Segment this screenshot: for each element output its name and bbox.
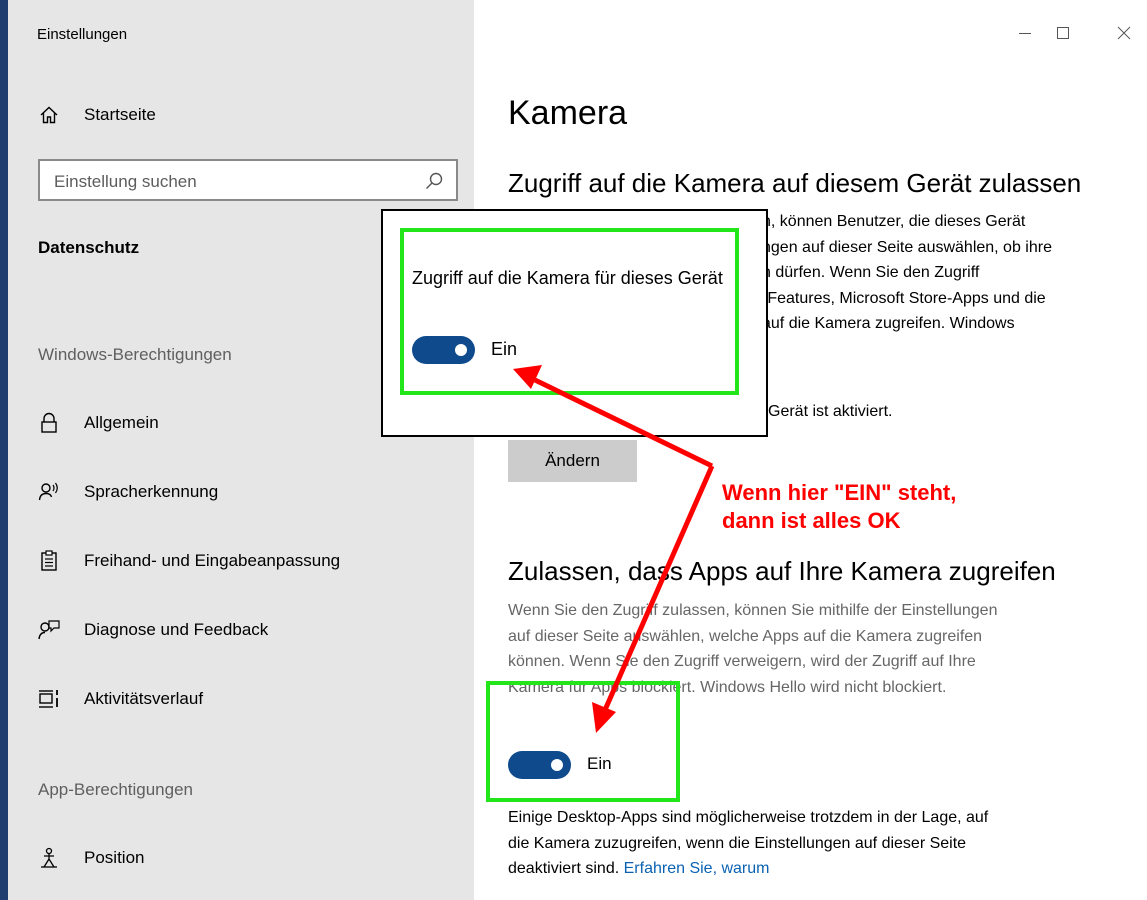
device-access-status: Gerät ist aktiviert. — [768, 403, 893, 420]
sidebar-item-position[interactable]: Position — [38, 843, 144, 873]
description-line: auf die Kamera zugreifen. Windows — [762, 315, 1015, 332]
description-line: ngen auf dieser Seite auswählen, ob ihre — [762, 238, 1052, 256]
sidebar-item-allgemein[interactable]: Allgemein — [38, 408, 159, 438]
category-title: Datenschutz — [38, 238, 140, 257]
section-heading-device-access: Zugriff auf die Kamera auf diesem Gerät … — [508, 168, 1082, 198]
maximize-icon[interactable] — [1052, 22, 1074, 44]
app-access-toggle-state: Ein — [587, 754, 612, 773]
annotation-line: dann ist alles OK — [722, 508, 901, 533]
clipboard-icon — [38, 550, 60, 572]
note-line-last: deaktiviert sind. Erfahren Sie, warum — [508, 856, 988, 882]
app-access-toggle[interactable] — [508, 751, 571, 779]
page-title: Kamera — [508, 94, 628, 132]
toggle-knob — [455, 344, 467, 356]
change-button[interactable]: Ändern — [508, 440, 637, 482]
sidebar-item-spracherkennung[interactable]: Spracherkennung — [38, 477, 218, 507]
sidebar-item-aktivitaetsverlauf[interactable]: Aktivitätsverlauf — [38, 684, 203, 714]
description-line: n, können Benutzer, die dieses Gerät — [762, 213, 1026, 230]
desktop-apps-note: Einige Desktop-Apps sind möglicherweise … — [508, 805, 988, 882]
window-left-accent — [0, 0, 8, 900]
section-label-apps: App-Berechtigungen — [38, 780, 194, 799]
note-line: Einige Desktop-Apps sind möglicherweise … — [508, 809, 989, 826]
search-input[interactable]: Einstellung suchen — [38, 159, 458, 201]
description-line: auf dieser Seite auswählen, welche Apps … — [508, 627, 983, 645]
home-icon — [38, 104, 60, 126]
feedback-icon — [38, 619, 60, 641]
section-heading-app-access: Zulassen, dass Apps auf Ihre Kamera zugr… — [508, 556, 1056, 586]
sidebar-item-label: Aktivitätsverlauf — [84, 689, 204, 708]
sidebar: Einstellungen Startseite Einstellung suc… — [8, 0, 474, 900]
note-text: deaktiviert sind. — [508, 860, 620, 877]
annotation-text: Wenn hier "EIN" steht, dann ist alles OK — [722, 479, 956, 535]
device-access-description: n, können Benutzer, die dieses Gerät nge… — [762, 209, 1052, 337]
toggle-knob — [551, 759, 563, 771]
sidebar-item-home[interactable]: Startseite — [38, 100, 156, 130]
sidebar-item-label: Diagnose und Feedback — [84, 620, 269, 639]
sidebar-item-label: Freihand- und Eingabeanpassung — [84, 551, 341, 570]
device-access-toggle-state: Ein — [491, 339, 518, 359]
note-line: die Kamera zuzugreifen, wenn die Einstel… — [508, 834, 967, 852]
sidebar-item-label: Position — [84, 848, 145, 867]
location-person-icon — [38, 847, 60, 869]
close-icon[interactable] — [1113, 22, 1135, 44]
annotation-line: Wenn hier "EIN" steht, — [722, 480, 957, 505]
sidebar-item-label: Allgemein — [84, 413, 159, 432]
minimize-icon[interactable] — [1014, 22, 1036, 44]
description-line: n dürfen. Wenn Sie den Zugriff — [762, 264, 980, 281]
description-line: Wenn Sie den Zugriff zulassen, können Si… — [508, 602, 998, 619]
timeline-icon — [38, 688, 60, 710]
learn-why-link[interactable]: Erfahren Sie, warum — [624, 860, 770, 877]
app-title: Einstellungen — [37, 26, 128, 43]
search-placeholder: Einstellung suchen — [54, 172, 197, 191]
device-access-toggle[interactable] — [412, 336, 475, 364]
search-icon — [424, 171, 444, 191]
sidebar-item-label: Spracherkennung — [84, 482, 219, 501]
lock-icon — [38, 412, 60, 434]
section-label-windows: Windows-Berechtigungen — [38, 345, 232, 364]
description-line: -Features, Microsoft Store-Apps und die — [762, 289, 1046, 307]
speech-icon — [38, 481, 60, 503]
description-line: können. Wenn Sie den Zugriff verweigern,… — [508, 653, 976, 670]
device-access-toggle-label: Zugriff auf die Kamera für dieses Gerät — [412, 268, 723, 288]
sidebar-item-freihand[interactable]: Freihand- und Eingabeanpassung — [38, 546, 340, 576]
highlight-box-app-toggle — [486, 681, 680, 802]
highlight-box-device-toggle — [400, 228, 739, 395]
sidebar-item-diagnose[interactable]: Diagnose und Feedback — [38, 615, 268, 645]
sidebar-item-label: Startseite — [84, 105, 156, 124]
